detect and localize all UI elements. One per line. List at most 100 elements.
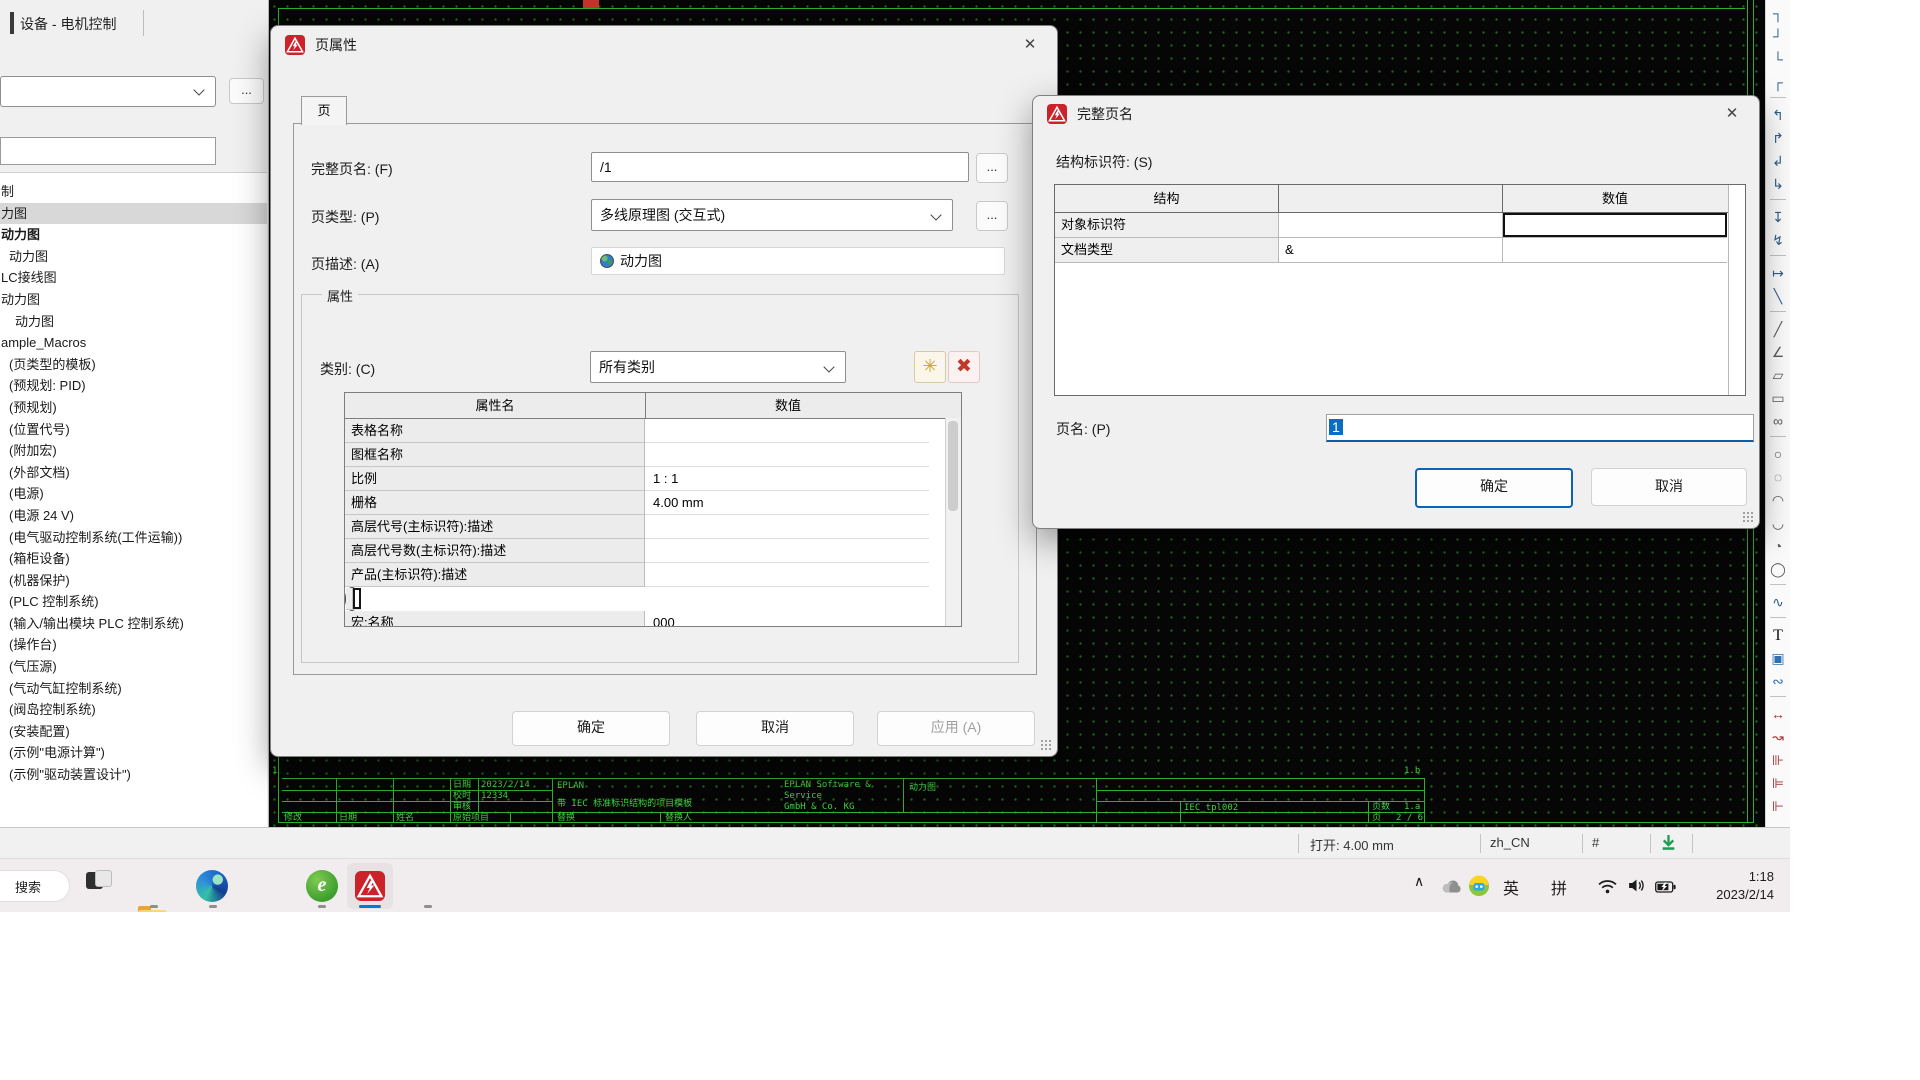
dialog-titlebar[interactable]: 页属性 ✕ (271, 26, 1057, 64)
eplan-app-icon[interactable] (355, 871, 387, 903)
task-view-icon[interactable] (84, 870, 116, 902)
drawing-tool-icon[interactable]: ┌ (1766, 71, 1790, 94)
tree-item[interactable]: (气动气缸控制系统) (0, 678, 267, 700)
drawing-tool-icon[interactable]: └ (1766, 48, 1790, 71)
property-row[interactable]: 比例 1 : 1 (345, 467, 961, 491)
drawing-tool-icon[interactable]: ↱ (1766, 127, 1790, 150)
tree-item[interactable]: 动力图 (0, 224, 267, 246)
drawing-tool-icon[interactable]: ↦ (1766, 262, 1790, 285)
drawing-tool-icon[interactable]: ╲ (1766, 285, 1790, 308)
drawing-tool-icon[interactable]: ▣ (1766, 647, 1790, 670)
drawing-tool-icon[interactable]: ◠ (1766, 489, 1790, 512)
new-property-icon[interactable]: ✳ (914, 351, 946, 383)
drawing-tool-icon[interactable]: ↰ (1766, 104, 1790, 127)
property-row[interactable]: 产品(主标识符):描述 (345, 563, 961, 587)
drawing-tool-icon[interactable]: ↧ (1766, 206, 1790, 229)
drawing-tool-icon[interactable]: ↔ (1766, 703, 1790, 726)
search-button[interactable]: 搜索 (0, 870, 70, 902)
drawing-tool-icon[interactable] (1766, 617, 1790, 624)
property-row[interactable]: 高层代号(主标识符):描述 (345, 515, 961, 539)
tree-item[interactable]: ample_Macros (0, 332, 267, 354)
column-header-value[interactable]: 数值 (646, 393, 930, 418)
drawing-tool-icon[interactable] (1766, 696, 1790, 703)
drawing-tool-icon[interactable]: ◌ (1766, 466, 1790, 489)
drawing-tool-icon[interactable]: ↝ (1766, 726, 1790, 749)
volume-icon[interactable] (1627, 878, 1646, 897)
drawing-tool-icon[interactable]: ⊫ (1766, 772, 1790, 795)
tree-item[interactable]: 制 (0, 181, 267, 203)
tray-expand-chevron-icon[interactable]: ∧ (1414, 873, 1424, 890)
tree-item[interactable]: 动力图 (0, 289, 267, 311)
drawing-tool-icon[interactable]: ╱ (1766, 318, 1790, 341)
tab-page[interactable]: 页 (301, 96, 347, 125)
property-row[interactable]: 表格名称 (345, 419, 961, 443)
delete-property-icon[interactable]: ✖ (948, 351, 980, 383)
drawing-tool-icon[interactable] (1766, 97, 1790, 104)
tree-item[interactable]: (箱柜设备) (0, 548, 267, 570)
tree-item[interactable]: (操作台) (0, 634, 267, 656)
tree-item[interactable]: (附加宏) (0, 440, 267, 462)
clock[interactable]: 1:18 2023/2/14 (1694, 868, 1774, 904)
property-row[interactable]: 宏: 描述 页类型的模板 (345, 587, 359, 611)
drawing-tool-icon[interactable]: ◔ (1766, 535, 1790, 558)
full-page-name-browse-button[interactable]: ... (976, 153, 1008, 183)
tree-item[interactable]: (气压源) (0, 656, 267, 678)
tree-item[interactable]: (示例"电源计算") (0, 742, 267, 764)
resize-grip[interactable] (1742, 511, 1754, 523)
cancel-button[interactable]: 取消 (1591, 468, 1747, 506)
drawing-tool-icon[interactable]: ⊪ (1766, 749, 1790, 772)
drawing-tool-icon[interactable]: ∾ (1766, 670, 1790, 693)
drawing-tool-icon[interactable] (1766, 584, 1790, 591)
tab-device-motor-control[interactable]: 设备 - 电机控制 (20, 14, 116, 34)
tree-item[interactable]: LC接线图 (0, 267, 267, 289)
drawing-tool-icon[interactable]: ↳ (1766, 173, 1790, 196)
tree-item[interactable]: (PLC 控制系统) (0, 591, 267, 613)
dialog-titlebar[interactable]: 完整页名 ✕ (1033, 96, 1759, 132)
tree-item[interactable]: (预规划) (0, 397, 267, 419)
tree-item[interactable]: (电源 24 V) (0, 505, 267, 527)
tree-item[interactable]: (外部文档) (0, 462, 267, 484)
column-header-blank[interactable] (1279, 185, 1503, 212)
drawing-tool-icon[interactable]: ◯ (1766, 558, 1790, 581)
structure-row[interactable]: 文档类型 & (1055, 238, 1745, 263)
ime-pinyin-indicator[interactable]: 拼 (1551, 875, 1567, 899)
page-type-browse-button[interactable]: ... (976, 201, 1008, 231)
browser-360-icon[interactable]: e (306, 870, 338, 902)
category-select[interactable]: 所有类别 (590, 351, 846, 383)
tree-item[interactable]: 动力图 (0, 246, 267, 268)
drawing-tool-icon[interactable]: ∞ (1766, 410, 1790, 433)
drawing-tool-icon[interactable]: ◡ (1766, 512, 1790, 535)
drawing-tool-icon[interactable]: ○ (1766, 443, 1790, 466)
column-header-structure[interactable]: 结构 (1055, 185, 1279, 212)
tree-item[interactable]: (安装配置) (0, 721, 267, 743)
page-description-input[interactable]: 动力图 (591, 247, 1005, 275)
close-icon[interactable]: ✕ (1721, 103, 1743, 125)
structure-row[interactable]: 对象标识符 (1055, 213, 1745, 238)
edge-browser-icon[interactable] (196, 870, 228, 902)
ime-english-indicator[interactable]: 英 (1503, 875, 1519, 899)
drawing-tool-icon[interactable]: ┐ (1766, 2, 1790, 25)
onedrive-cloud-icon[interactable] (1440, 879, 1463, 898)
filter-browse-button[interactable]: ... (229, 78, 264, 104)
drawing-tool-icon[interactable]: ⊩ (1766, 795, 1790, 818)
drawing-tool-icon[interactable] (1766, 311, 1790, 318)
tree-item[interactable]: 动力图 (0, 311, 267, 333)
game-center-icon[interactable] (1468, 875, 1490, 901)
property-row[interactable]: 宏:名称 000 (345, 611, 961, 627)
battery-icon[interactable] (1655, 880, 1676, 897)
search-filter-input[interactable] (0, 137, 216, 165)
tree-item[interactable]: (阀岛控制系统) (0, 699, 267, 721)
property-row[interactable]: 栅格 4.00 mm (345, 491, 961, 515)
tree-item[interactable]: (机器保护) (0, 570, 267, 592)
close-icon[interactable]: ✕ (1019, 34, 1041, 56)
full-page-name-input[interactable]: /1 (591, 152, 969, 182)
ok-button[interactable]: 确定 (512, 711, 670, 746)
tree-item[interactable]: (输入/输出模块 PLC 控制系统) (0, 613, 267, 635)
page-type-select[interactable]: 多线原理图 (交互式) (591, 199, 953, 231)
drawing-tool-icon[interactable]: ┘ (1766, 25, 1790, 48)
property-row[interactable]: 图框名称 (345, 443, 961, 467)
column-header-value[interactable]: 数值 (1503, 185, 1727, 212)
tree-item[interactable]: (电源) (0, 483, 267, 505)
tree-item[interactable]: 力图 (0, 203, 267, 225)
cancel-button[interactable]: 取消 (696, 711, 854, 746)
